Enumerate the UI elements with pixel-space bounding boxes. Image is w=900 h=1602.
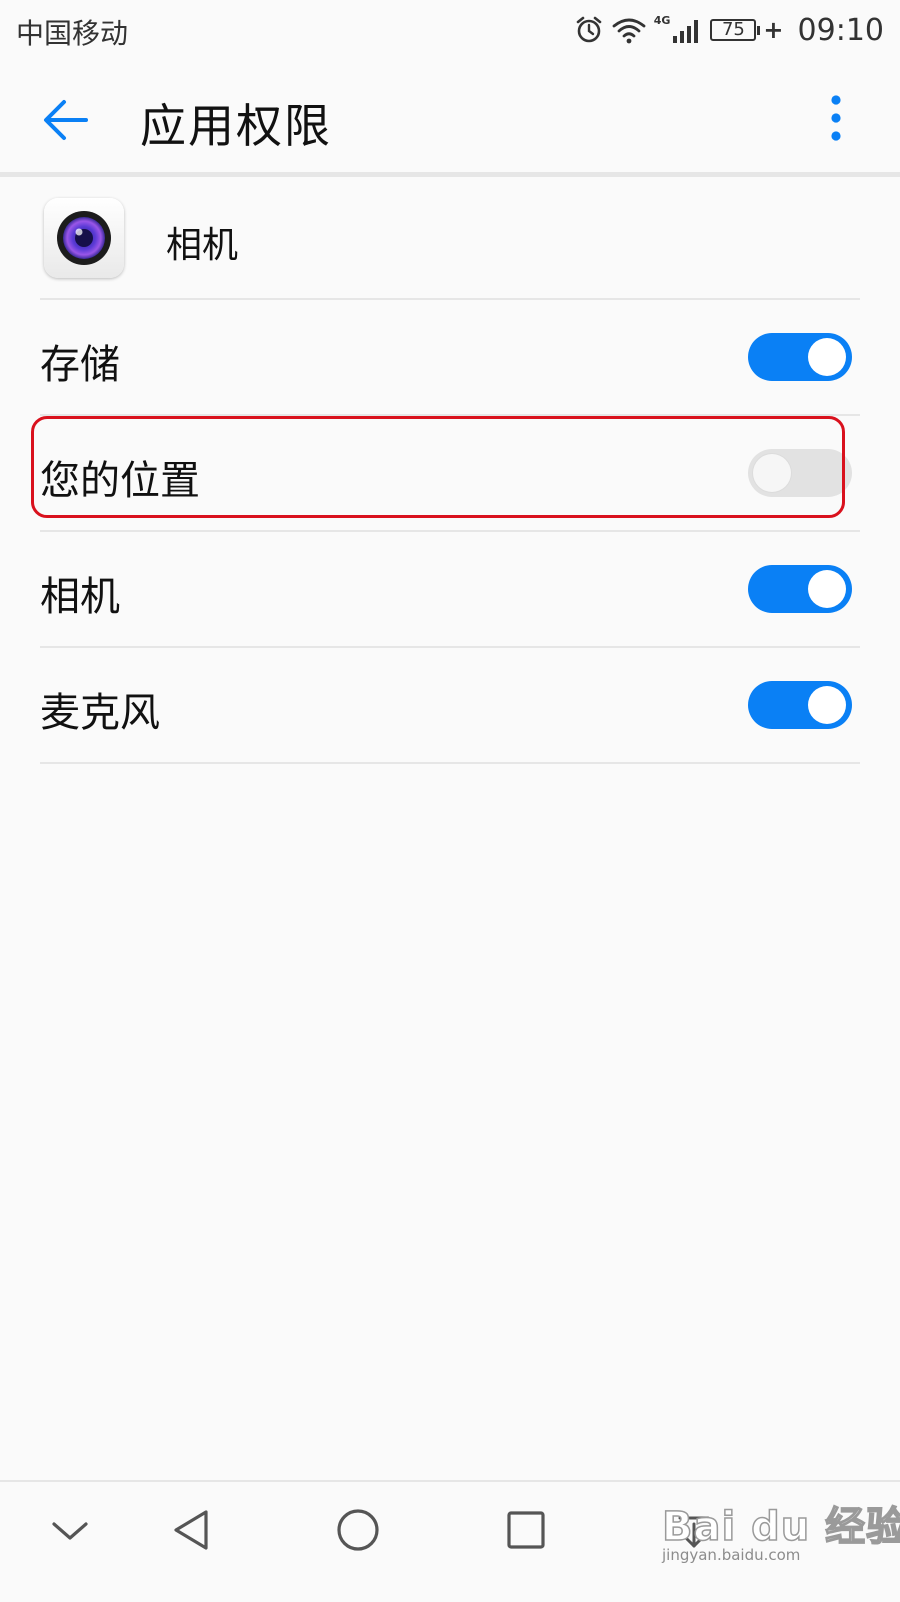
storage-toggle[interactable] — [748, 333, 852, 381]
back-button[interactable] — [38, 90, 98, 150]
nav-back-button[interactable] — [162, 1500, 222, 1560]
permission-list: 存储 您的位置 相机 麦克风 — [40, 300, 860, 764]
hide-nav-button[interactable] — [40, 1500, 100, 1560]
permission-row-location[interactable]: 您的位置 — [40, 416, 860, 532]
navigation-bar: Bai du 经验 jingyan.baidu.com — [0, 1480, 900, 1602]
camera-toggle[interactable] — [748, 565, 852, 613]
home-circle-icon — [337, 1509, 379, 1551]
permission-row-storage[interactable]: 存储 — [40, 300, 860, 416]
charging-icon: + — [763, 16, 784, 44]
app-header: 相机 — [40, 190, 860, 300]
permission-label: 存储 — [40, 342, 120, 388]
arrow-left-icon — [44, 100, 88, 140]
permission-label: 相机 — [40, 574, 120, 620]
app-name: 相机 — [166, 225, 239, 266]
more-vertical-icon — [831, 95, 841, 141]
permission-row-microphone[interactable]: 麦克风 — [40, 648, 860, 764]
back-triangle-icon — [174, 1510, 208, 1550]
carrier-name: 中国移动 — [16, 17, 129, 50]
clock: 09:10 — [797, 12, 884, 48]
more-options-button[interactable] — [824, 94, 848, 144]
page-title: 应用权限 — [140, 99, 332, 153]
status-bar: 中国移动 4G 75 + 09:10 — [0, 0, 900, 62]
chevron-down-icon — [52, 1522, 88, 1540]
camera-app-icon — [44, 198, 124, 278]
recents-square-icon — [507, 1511, 545, 1549]
app-bar-divider — [0, 172, 900, 177]
notification-pull-icon — [678, 1516, 710, 1548]
nav-home-button[interactable] — [328, 1500, 388, 1560]
permission-label: 您的位置 — [40, 458, 200, 504]
location-toggle[interactable] — [748, 449, 852, 497]
alarm-icon — [574, 15, 604, 45]
nav-recents-button[interactable] — [496, 1500, 556, 1560]
nav-notification-button[interactable] — [664, 1500, 724, 1560]
permission-label: 麦克风 — [40, 690, 160, 736]
status-icons: 4G 75 + 09:10 — [574, 10, 884, 50]
app-bar: 应用权限 — [0, 62, 900, 174]
wifi-icon — [612, 16, 646, 44]
signal-icon — [672, 16, 702, 44]
battery-level: 75 — [710, 19, 757, 41]
permission-row-camera[interactable]: 相机 — [40, 532, 860, 648]
microphone-toggle[interactable] — [748, 681, 852, 729]
battery-icon: 75 + — [710, 16, 784, 44]
network-type-label: 4G — [653, 14, 671, 27]
